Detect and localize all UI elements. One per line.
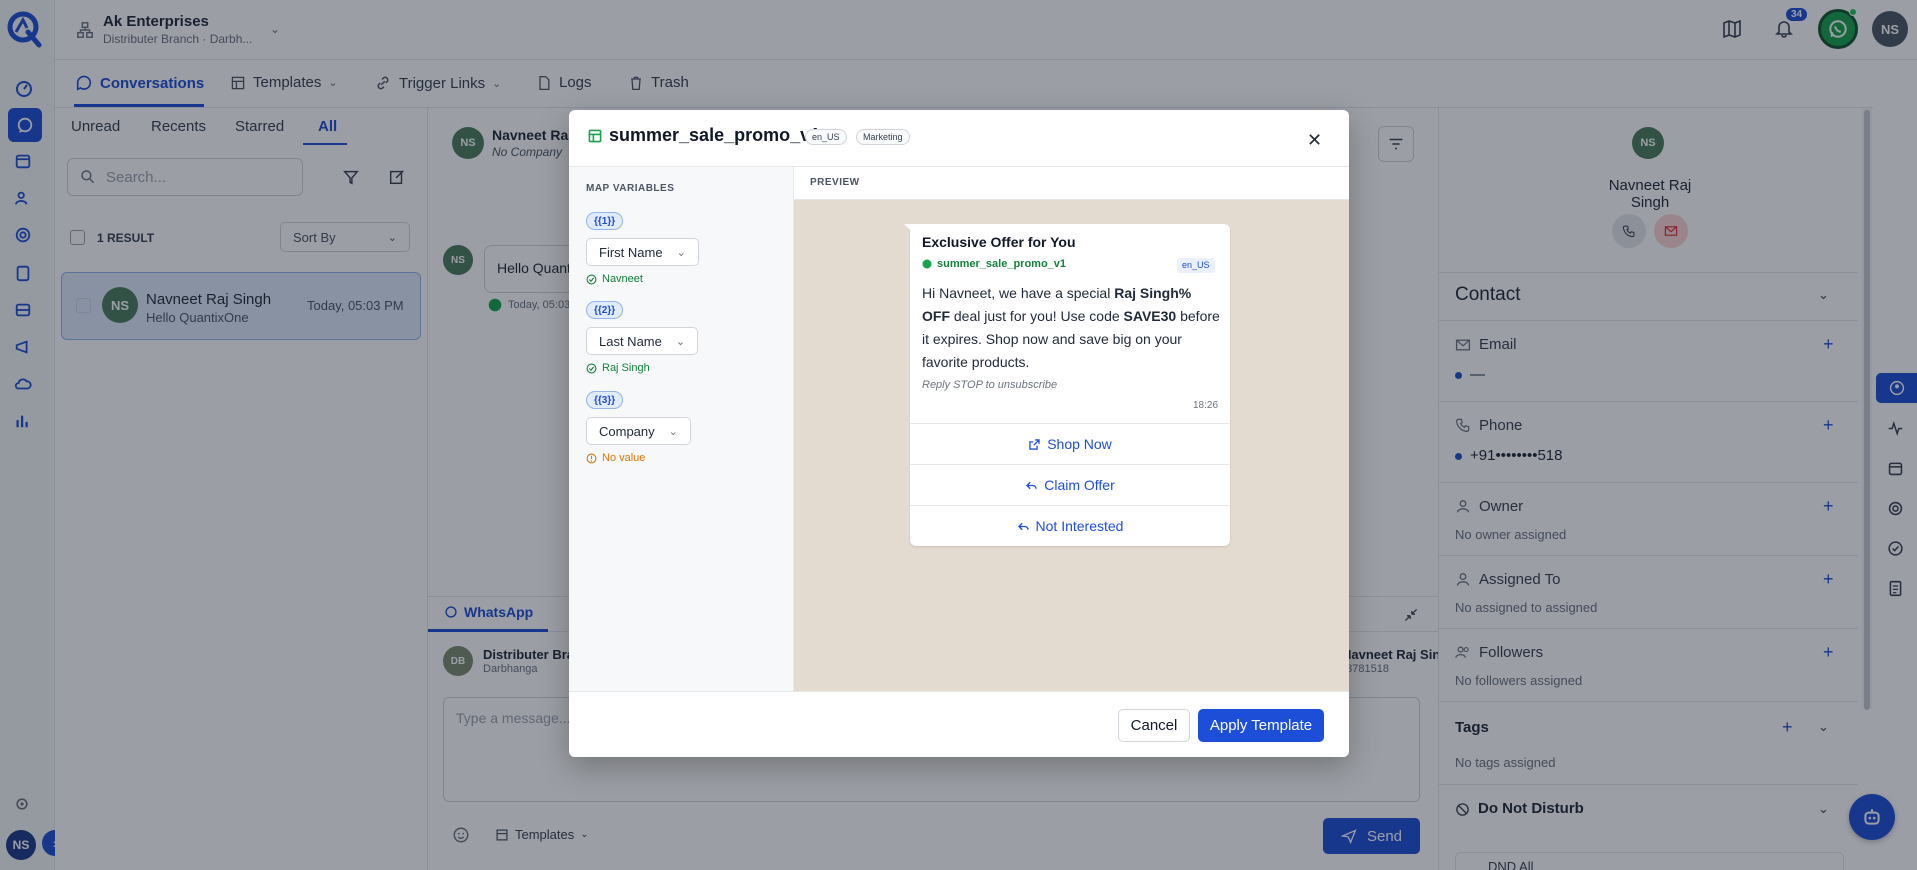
variable-status-text: No value [602,452,646,464]
chevron-down-icon: ⌄ [675,335,686,348]
template-icon [587,128,603,144]
modal-title: summer_sale_promo_v1 [609,125,821,145]
card-body: Hi Navneet, we have a special Raj Singh%… [922,282,1222,374]
body-text: deal just for you! Use code [950,308,1124,324]
category-pill: Marketing [856,129,910,145]
close-icon[interactable]: ✕ [1307,130,1322,151]
variable-field: First Name [599,244,663,260]
card-time: 18:26 [1193,400,1219,411]
warning-circle-icon [586,453,597,463]
variable-select-1[interactable]: First Name ⌄ [586,238,699,266]
apply-template-button[interactable]: Apply Template [1198,709,1324,742]
variable-token: {{2}} [586,301,624,319]
map-variables-label: MAP VARIABLES [586,183,675,194]
chevron-down-icon: ⌄ [668,425,678,438]
card-button-label: Shop Now [1047,436,1112,452]
check-circle-icon [586,274,597,284]
body-text: Hi Navneet, we have a special [922,285,1115,301]
template-modal: summer_sale_promo_v1 en_US Marketing ✕ M… [569,110,1349,757]
card-footer: Reply STOP to unsubscribe [922,379,1058,391]
reply-icon [1026,481,1037,489]
whatsapp-message-preview: Exclusive Offer for You summer_sale_prom… [910,224,1230,546]
card-template-text: summer_sale_promo_v1 [937,258,1067,270]
variable-status-text: Navneet [602,273,643,285]
card-button-not-interested[interactable]: Not Interested [910,505,1230,546]
preview-label: PREVIEW [810,177,860,188]
cancel-button[interactable]: Cancel [1118,709,1190,742]
preview-header [794,167,1349,200]
chevron-down-icon: ⌄ [676,246,686,259]
variable-field: Company [599,423,655,439]
variable-token: {{3}} [586,391,624,409]
variable-field: Last Name [599,333,662,349]
variable-select-3[interactable]: Company ⌄ [586,417,691,445]
variable-select-2[interactable]: Last Name ⌄ [586,327,699,355]
reply-icon [1017,522,1029,530]
card-title: Exclusive Offer for You [922,234,1076,250]
language-pill: en_US [805,129,847,145]
check-circle-icon [586,363,597,373]
external-link-icon [1029,438,1040,450]
variable-status: Navneet [586,273,643,285]
variable-status: No value [586,452,645,464]
card-language: en_US [1177,258,1215,273]
variable-token: {{1}} [586,212,624,230]
card-button-label: Not Interested [1035,518,1124,534]
variable-status-text: Raj Singh [602,362,650,374]
card-button-shop-now[interactable]: Shop Now [910,423,1230,464]
card-button-claim-offer[interactable]: Claim Offer [910,464,1230,505]
variable-status: Raj Singh [586,362,650,374]
body-code: SAVE30 [1123,308,1177,324]
card-button-label: Claim Offer [1044,477,1115,493]
card-template-name: summer_sale_promo_v1 [922,258,1066,270]
whatsapp-icon [922,259,932,269]
